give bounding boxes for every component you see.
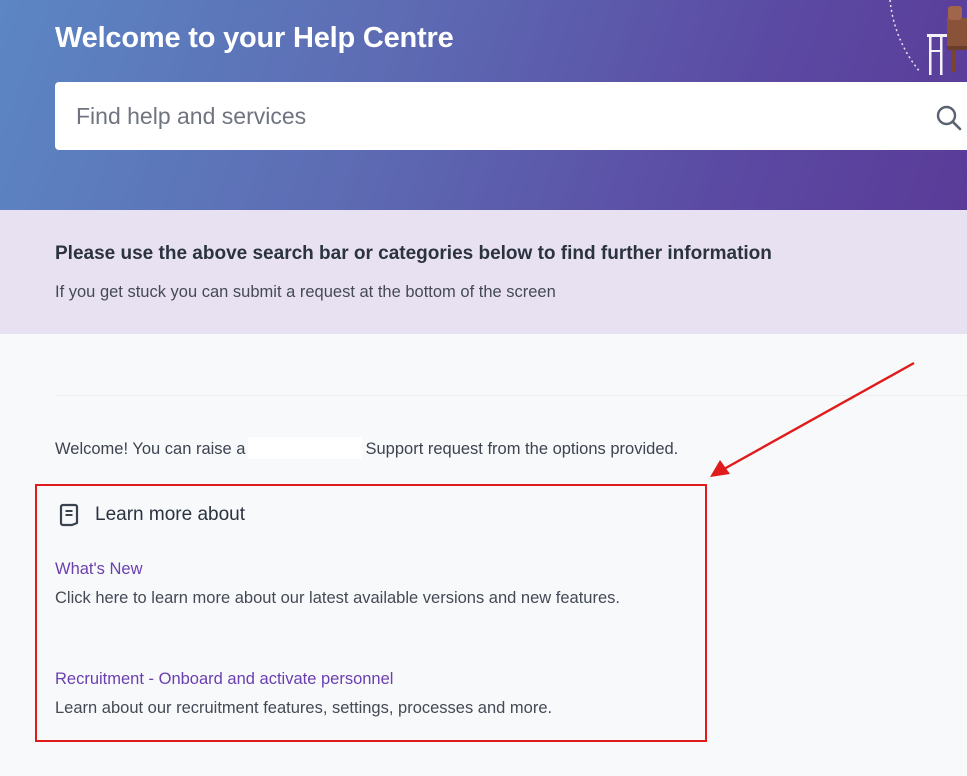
welcome-text-start: Welcome! You can raise a — [55, 440, 246, 458]
info-banner: Please use the above search bar or categ… — [0, 210, 967, 334]
search-bar[interactable] — [55, 82, 967, 150]
hero-banner: Welcome to your Help Centre — [0, 0, 967, 210]
info-banner-heading: Please use the above search bar or categ… — [55, 243, 772, 264]
page-title: Welcome to your Help Centre — [55, 22, 454, 54]
annotation-arrow — [710, 361, 915, 477]
search-icon[interactable] — [935, 104, 963, 132]
hero-illustration — [889, 0, 967, 75]
redacted-text — [248, 437, 363, 459]
search-input[interactable] — [55, 82, 915, 150]
welcome-text-end: Support request from the options provide… — [365, 440, 679, 458]
annotation-highlight-box — [35, 484, 707, 742]
info-banner-text: If you get stuck you can submit a reques… — [55, 283, 556, 301]
welcome-message: Welcome! You can raise a Support request … — [55, 437, 678, 459]
